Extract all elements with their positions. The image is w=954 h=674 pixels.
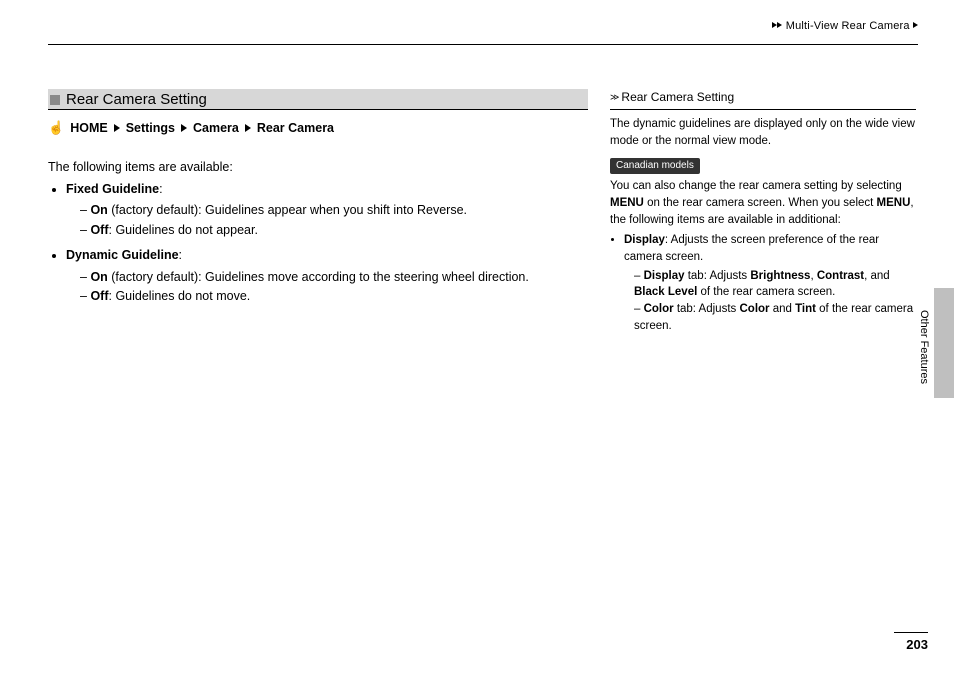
note-text: on the rear camera screen. When you sele… — [644, 197, 877, 209]
brightness-label: Brightness — [750, 270, 810, 282]
sub-list: On (factory default): Guidelines appear … — [66, 201, 588, 240]
off-note: : Guidelines do not move. — [109, 289, 251, 303]
list-item: On (factory default): Guidelines appear … — [80, 201, 588, 220]
on-label: On — [90, 270, 107, 284]
intro-text: The following items are available: — [48, 160, 588, 174]
nav-home: HOME — [70, 121, 108, 135]
sidebar-list: Display: Adjusts the screen preference o… — [610, 232, 916, 334]
triangle-icon — [245, 124, 251, 132]
header-breadcrumb: Multi-View Rear Camera — [772, 20, 918, 32]
sub-list: On (factory default): Guidelines move ac… — [66, 268, 588, 307]
off-note: : Guidelines do not appear. — [109, 223, 258, 237]
item-name: Dynamic Guideline — [66, 248, 179, 262]
nav-path: ☝ HOME Settings Camera Rear Camera — [48, 120, 588, 136]
header-rule: Multi-View Rear Camera — [48, 18, 918, 45]
list-item: Fixed Guideline: On (factory default): G… — [66, 180, 588, 240]
hand-icon: ☝ — [48, 120, 64, 136]
list-item: Off: Guidelines do not appear. — [80, 221, 588, 240]
on-label: On — [90, 203, 107, 217]
triangle-icon — [777, 22, 782, 28]
triangle-icon — [913, 22, 918, 28]
off-label: Off — [90, 223, 108, 237]
sidebar-ref-title: Rear Camera Setting — [621, 89, 734, 106]
menu-label: MENU — [610, 197, 644, 209]
list-item: Display: Adjusts the screen preference o… — [624, 232, 916, 334]
tab-text: tab: Adjusts — [685, 270, 751, 282]
sidebar-ref-heading: ≫ Rear Camera Setting — [610, 89, 916, 110]
sidebar-note-2: You can also change the rear camera sett… — [610, 178, 916, 228]
triangle-icon — [114, 124, 120, 132]
display-name: Display — [624, 234, 665, 246]
sidebar-note: The dynamic guidelines are displayed onl… — [610, 116, 916, 149]
main-column: Rear Camera Setting ☝ HOME Settings Came… — [48, 89, 588, 336]
double-triangle-icon: ≫ — [610, 91, 617, 104]
tab-name: Color — [644, 303, 674, 315]
tab-name: Display — [644, 270, 685, 282]
item-name: Fixed Guideline — [66, 182, 159, 196]
nav-rear: Rear Camera — [257, 121, 334, 135]
black-level-label: Black Level — [634, 286, 697, 298]
menu-label: MENU — [877, 197, 911, 209]
list-item: Dynamic Guideline: On (factory default):… — [66, 246, 588, 306]
section-heading: Rear Camera Setting — [48, 89, 588, 110]
and-text: , and — [864, 270, 890, 282]
sidebar-column: ≫ Rear Camera Setting The dynamic guidel… — [610, 89, 916, 336]
color-label: Color — [739, 303, 769, 315]
model-badge: Canadian models — [610, 158, 700, 175]
nav-camera: Camera — [193, 121, 239, 135]
sidebar-sub-list: Display tab: Adjusts Brightness, Contras… — [624, 268, 916, 335]
on-note: (factory default): Guidelines move accor… — [108, 270, 529, 284]
header-breadcrumb-text: Multi-View Rear Camera — [786, 20, 910, 32]
page-number: 203 — [894, 632, 928, 652]
and-text: and — [770, 303, 796, 315]
contrast-label: Contrast — [817, 270, 864, 282]
list-item: Off: Guidelines do not move. — [80, 287, 588, 306]
tab-text: of the rear camera screen. — [697, 286, 835, 298]
nav-settings: Settings — [126, 121, 175, 135]
tint-label: Tint — [795, 303, 816, 315]
off-label: Off — [90, 289, 108, 303]
on-note: (factory default): Guidelines appear whe… — [108, 203, 467, 217]
section-tab-label: Other Features — [918, 310, 930, 384]
thumb-tab — [934, 288, 954, 398]
section-title-text: Rear Camera Setting — [66, 91, 207, 108]
settings-list: Fixed Guideline: On (factory default): G… — [48, 180, 588, 306]
list-item: On (factory default): Guidelines move ac… — [80, 268, 588, 287]
list-item: Color tab: Adjusts Color and Tint of the… — [634, 301, 916, 334]
square-bullet-icon — [50, 95, 60, 105]
list-item: Display tab: Adjusts Brightness, Contras… — [634, 268, 916, 301]
note-text: You can also change the rear camera sett… — [610, 180, 902, 192]
tab-text: tab: Adjusts — [674, 303, 740, 315]
triangle-icon — [181, 124, 187, 132]
